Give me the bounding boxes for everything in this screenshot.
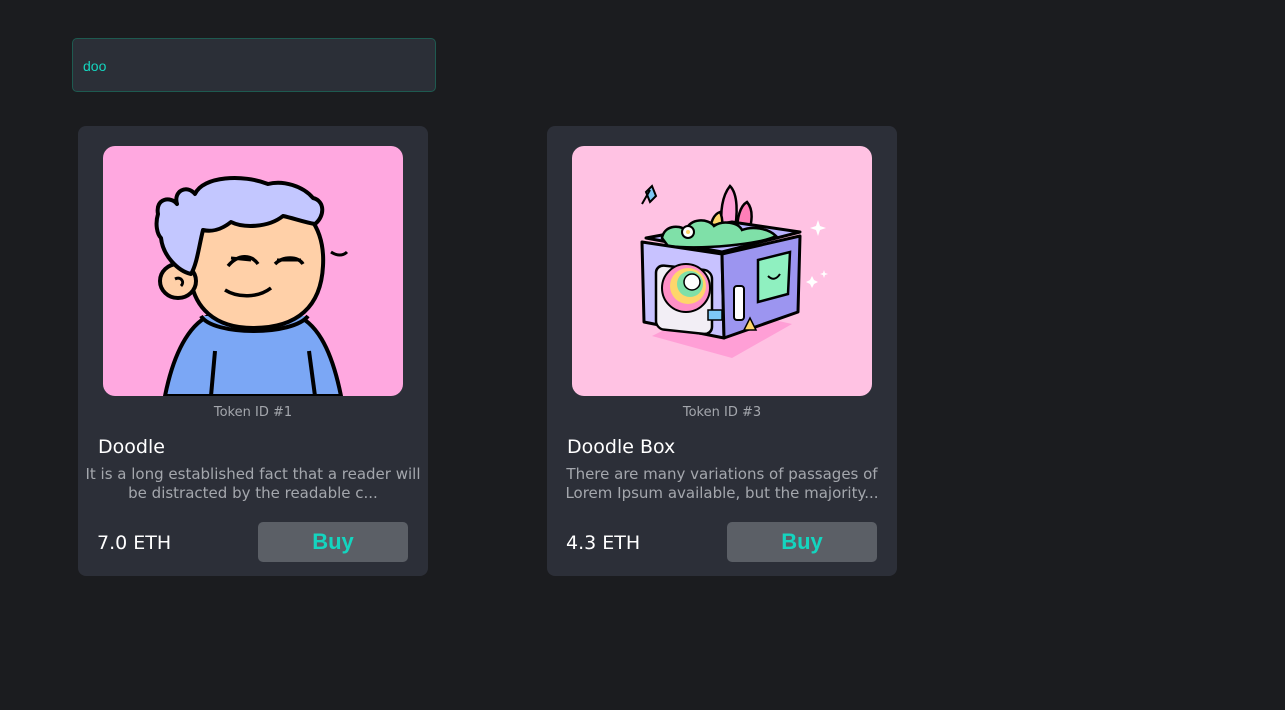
nft-name: Doodle <box>98 436 165 458</box>
search-box[interactable] <box>72 38 436 92</box>
token-id: Token ID #1 <box>213 405 293 420</box>
token-id: Token ID #3 <box>682 405 762 420</box>
nft-description: It is a long established fact that a rea… <box>85 465 421 502</box>
buy-button[interactable]: Buy <box>727 522 877 562</box>
nft-card-doodle: Token ID #1 Doodle It is a long establis… <box>78 126 428 576</box>
nft-price: 7.0 ETH <box>97 532 172 554</box>
nft-price: 4.3 ETH <box>566 532 641 554</box>
nft-card-doodle-box: Token ID #3 Doodle Box There are many va… <box>547 126 897 576</box>
doodle-character-image <box>103 146 403 396</box>
doodle-box-image <box>572 146 872 396</box>
nft-description: There are many variations of passages of… <box>565 465 879 502</box>
search-input[interactable] <box>81 53 425 79</box>
buy-button[interactable]: Buy <box>258 522 408 562</box>
nft-name: Doodle Box <box>567 436 676 458</box>
